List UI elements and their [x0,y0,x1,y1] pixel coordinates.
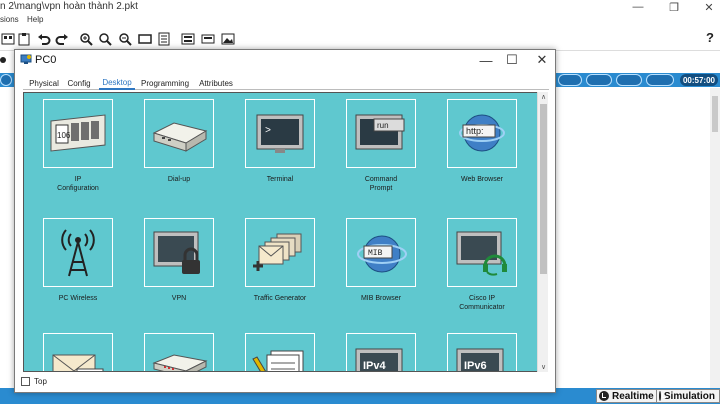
paste-icon[interactable] [16,31,32,47]
app-label: Command Prompt [364,176,398,192]
image-icon[interactable] [220,31,236,47]
dial-up-modem-icon [144,99,214,168]
svg-text:run: run [377,121,389,130]
dialog-minimize-button[interactable]: — [473,51,499,69]
zoom-reset-icon[interactable] [97,31,113,47]
dialog-tab-bar: Physical Config Desktop Programming Attr… [23,76,549,90]
ipv4-firewall-icon: IPv4 [346,333,416,372]
menu-help[interactable]: Help [27,15,43,24]
pppoe-dialer-icon [144,333,214,371]
main-title-bar: n 2\mang\vpn hoàn thành 2.pkt — ❐ ✕ [0,0,720,14]
app-label: Web Browser [461,176,503,183]
note-tool-icon[interactable] [156,31,172,47]
packet-tracer-icon [20,54,32,64]
web-browser-icon: http: [447,99,517,168]
top-checkbox-label: Top [34,377,47,386]
scroll-thumb[interactable] [540,104,547,274]
terminal-icon: > [245,99,315,168]
stopwatch-icon [659,391,666,401]
rectangle-tool-icon[interactable] [137,31,153,47]
ip-communicator-icon [447,218,517,287]
app-label: MIB Browser [360,295,402,302]
realtime-label: Realtime [612,390,654,402]
app-label: Terminal [266,176,294,183]
top-checkbox[interactable] [21,377,30,386]
svg-text:MIB: MIB [368,249,383,258]
app-label: Traffic Generator [253,295,307,302]
viewport-landscape-icon[interactable] [646,74,674,86]
tab-physical[interactable]: Physical [27,76,61,90]
zoom-in-icon[interactable] [78,31,94,47]
menu-extensions[interactable]: sions [0,15,19,24]
email-icon [43,333,113,371]
scroll-up-arrow[interactable]: ∧ [538,92,549,102]
network-info-icon[interactable] [0,31,16,47]
ipv6-firewall-icon: IPv6 [447,333,517,372]
desktop-scrollbar[interactable]: ∧ ∨ [537,92,548,372]
simulation-label: Simulation [663,390,715,402]
traffic-generator-icon [245,218,315,287]
indicator-icon [0,57,6,63]
svg-text:106: 106 [57,131,71,140]
main-close-button[interactable]: ✕ [699,0,719,14]
cluster-nav-icon[interactable] [558,74,582,86]
scroll-down-arrow[interactable]: ∨ [538,362,549,372]
zoom-out-icon[interactable] [117,31,133,47]
simulation-clock: 00:57:00 [679,74,718,86]
redo-icon[interactable] [54,31,70,47]
app-label: Cisco IP Communicator [459,295,505,311]
dialog-close-button[interactable]: ✕ [529,51,555,69]
wireless-antenna-icon [43,218,113,287]
main-window-title: n 2\mang\vpn hoàn thành 2.pkt [0,1,138,12]
tab-programming[interactable]: Programming [141,76,189,90]
simulation-mode-button[interactable]: Simulation [656,389,720,403]
app-label: IP Configuration [57,176,99,192]
svg-text:http:: http: [466,126,484,136]
app-label: VPN [171,295,187,302]
tab-attributes[interactable]: Attributes [195,76,237,90]
main-toolbar: ? [0,27,720,51]
main-maximize-button[interactable]: ❐ [664,0,684,14]
vpn-lock-icon [144,218,214,287]
dialog-maximize-button[interactable]: ☐ [499,51,525,69]
tab-desktop[interactable]: Desktop [99,76,135,90]
app-label: Dial-up [167,176,191,183]
main-menu-bar: sions Help [0,14,720,26]
mib-browser-icon: MIB [346,218,416,287]
svg-text:>: > [265,126,271,137]
clock-icon [599,391,609,401]
realtime-mode-button[interactable]: Realtime [596,389,659,403]
ip-configuration-icon: 106 [43,99,113,168]
help-button[interactable]: ? [706,30,714,45]
palette-icon[interactable] [180,31,196,47]
dialog-title: PC0 [35,54,57,66]
tab-config[interactable]: Config [65,76,93,90]
workspace-nav-icon[interactable] [0,74,12,86]
top-checkbox-row[interactable]: Top [21,377,47,386]
device-template-icon[interactable] [200,31,216,47]
ipv4-screen-text: IPv4 [363,360,387,372]
workspace-scrollbar[interactable] [710,88,720,388]
pc0-dialog: PC0 — ☐ ✕ Physical Config Desktop Progra… [14,49,556,393]
undo-icon[interactable] [36,31,52,47]
ipv6-screen-text: IPv6 [464,360,487,372]
viewport-icon[interactable] [586,74,612,86]
main-minimize-button[interactable]: — [628,0,648,14]
desktop-app-grid: 106 IP Configuration Dial-up > Terminal … [23,92,547,372]
app-label: PC Wireless [58,295,98,302]
command-prompt-icon: run [346,99,416,168]
set-tiled-background-icon[interactable] [616,74,642,86]
text-editor-icon [245,333,315,371]
dialog-title-bar[interactable]: PC0 — ☐ ✕ [15,50,555,70]
